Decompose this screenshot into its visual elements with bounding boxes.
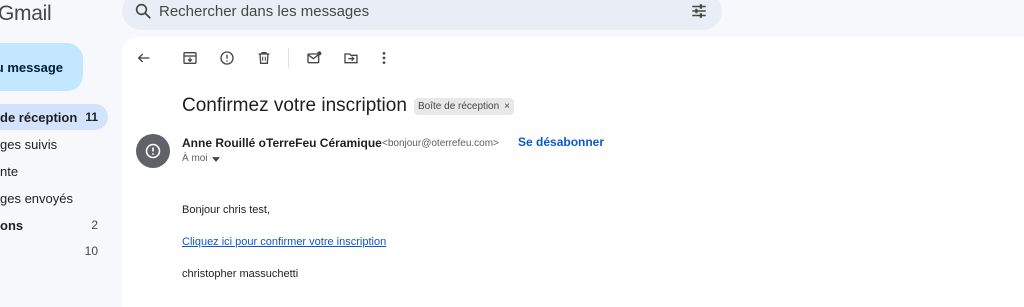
gmail-logo[interactable]: Gmail [0, 2, 52, 26]
remove-label-icon[interactable]: × [504, 101, 510, 112]
sidebar-item-count: 2 [91, 218, 98, 232]
email-greeting: Bonjour chris test, [182, 204, 271, 216]
sidebar-item-snoozed[interactable]: nte [0, 158, 108, 184]
search-options-icon[interactable] [690, 2, 708, 20]
delete-icon[interactable] [256, 50, 272, 66]
move-to-icon[interactable] [343, 50, 359, 66]
recipient-dropdown-icon[interactable] [212, 157, 220, 162]
sidebar-item-count: 11 [85, 110, 98, 124]
search-icon[interactable] [134, 2, 152, 20]
confirm-subscription-link[interactable]: Cliquez ici pour confirmer votre inscrip… [182, 236, 386, 248]
sidebar-item-inbox[interactable]: de réception 11 [0, 104, 108, 130]
warning-icon [145, 143, 161, 159]
sidebar-item-label: nte [0, 163, 19, 179]
back-arrow-icon[interactable] [136, 50, 152, 66]
sidebar-item-label: ges envoyés [0, 190, 73, 206]
email-subject: Confirmez votre inscription [182, 95, 407, 116]
mark-unread-icon[interactable] [306, 50, 322, 66]
unsubscribe-link[interactable]: Se désabonner [518, 135, 604, 149]
sidebar-item-label: ges suivis [0, 136, 58, 152]
sender-name[interactable]: Anne Rouillé oTerreFeu Céramique [182, 136, 382, 150]
compose-button[interactable]: au message [0, 43, 83, 91]
sidebar-item-other[interactable]: 10 [0, 238, 108, 264]
compose-label: au message [0, 59, 63, 75]
sidebar-item-label: de réception [0, 109, 78, 125]
recipient-details[interactable]: À moi [182, 153, 208, 164]
label-chip-inbox[interactable]: Boîte de réception × [414, 98, 515, 115]
sidebar-item-label: ons [0, 217, 24, 233]
sender-avatar[interactable] [136, 134, 170, 168]
sidebar-item-starred[interactable]: ges suivis [0, 131, 108, 157]
search-input[interactable] [159, 2, 639, 20]
more-options-icon[interactable] [376, 50, 392, 66]
sidebar-item-sent[interactable]: ges envoyés [0, 185, 108, 211]
message-panel [122, 37, 1024, 307]
sidebar-item-count: 10 [84, 244, 98, 258]
sender-email: <bonjour@oterrefeu.com> [382, 138, 499, 149]
sidebar-item-drafts[interactable]: ons 2 [0, 212, 108, 238]
archive-icon[interactable] [182, 50, 198, 66]
report-spam-icon[interactable] [219, 50, 235, 66]
label-chip-text: Boîte de réception [418, 101, 500, 112]
toolbar-divider [288, 48, 289, 68]
email-signature: christopher massuchetti [182, 268, 299, 280]
